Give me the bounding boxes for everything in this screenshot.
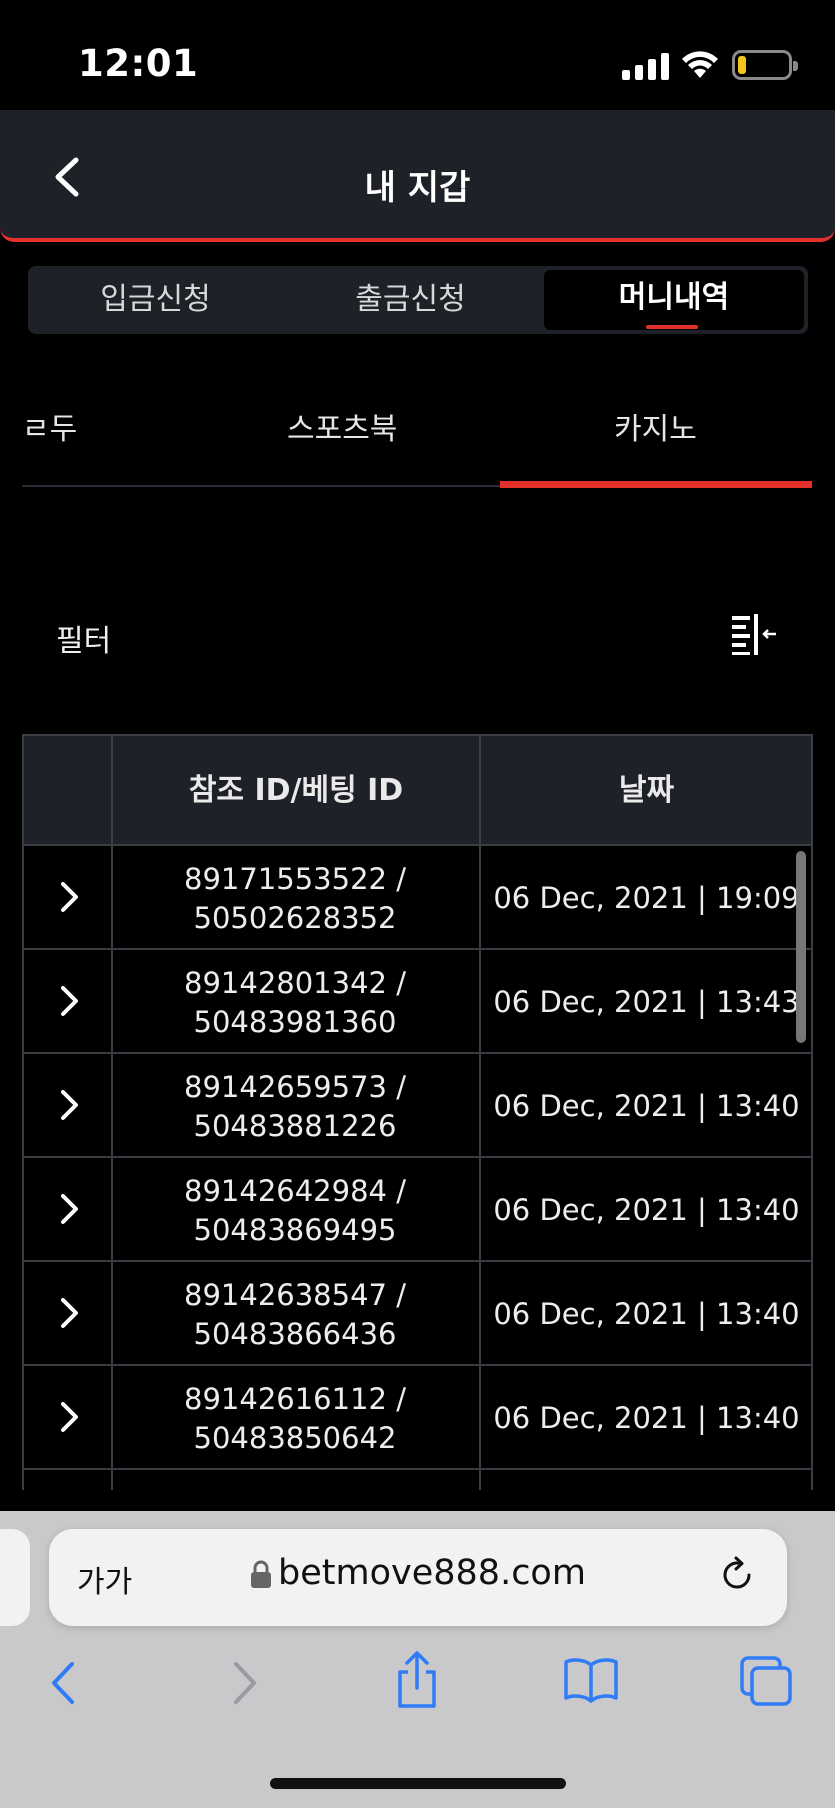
transactions-table: 참조 ID/베팅 ID 날짜 89171553522 /50502628352 … <box>22 734 813 1490</box>
table-row[interactable]: 89142638547 /50483866436 06 Dec, 2021 | … <box>24 1262 811 1366</box>
ref-bet-id: 89142642984 /50483869495 <box>184 1174 406 1247</box>
status-time: 12:01 <box>78 42 199 85</box>
ref-bet-id: 89142659573 /50483881226 <box>184 1070 406 1143</box>
table-header: 참조 ID/베팅 ID 날짜 <box>24 734 811 846</box>
tabs-icon[interactable] <box>738 1654 794 1708</box>
ref-bet-id: 89142638547 /50483866436 <box>184 1278 406 1351</box>
status-bar: 12:01 <box>0 0 835 110</box>
table-scrollbar[interactable] <box>796 851 806 1043</box>
column-header-ref-id: 참조 ID/베팅 ID <box>188 773 404 808</box>
filter-columns-icon[interactable] <box>730 612 780 656</box>
table-row[interactable]: 89171553522 /50502628352 06 Dec, 2021 | … <box>24 846 811 950</box>
home-indicator <box>270 1778 566 1789</box>
ref-bet-id: 89142616112 /50483850642 <box>184 1382 406 1455</box>
row-date: 06 Dec, 2021 | 13:40 <box>493 1193 800 1227</box>
table-row-partial[interactable] <box>24 1470 811 1490</box>
tab-deposit-request[interactable]: 입금신청 <box>28 266 283 334</box>
chevron-right-icon[interactable] <box>54 1192 84 1226</box>
cellular-signal-icon <box>622 52 669 80</box>
wifi-icon <box>682 51 718 78</box>
chevron-right-icon[interactable] <box>54 984 84 1018</box>
ref-bet-id: 89171553522 /50502628352 <box>184 862 406 935</box>
filter-label[interactable]: 필터 <box>56 616 111 660</box>
chevron-right-icon[interactable] <box>54 1400 84 1434</box>
lock-icon <box>251 1560 272 1588</box>
reload-icon[interactable] <box>715 1553 759 1597</box>
chevron-right-icon[interactable] <box>54 1088 84 1122</box>
chevron-right-icon[interactable] <box>54 880 84 914</box>
column-header-expand <box>24 736 112 846</box>
wallet-tabs: 입금신청 출금신청 머니내역 <box>28 266 808 334</box>
subtab-casino[interactable]: 카지노 <box>614 404 697 448</box>
share-icon[interactable] <box>392 1650 442 1710</box>
bookmarks-icon[interactable] <box>562 1656 620 1704</box>
address-bar[interactable]: 가가 betmove888.com <box>49 1529 787 1626</box>
table-row[interactable]: 89142642984 /50483869495 06 Dec, 2021 | … <box>24 1158 811 1262</box>
row-date: 06 Dec, 2021 | 13:40 <box>493 1401 800 1435</box>
battery-icon <box>732 50 798 80</box>
active-tab-indicator <box>646 325 698 329</box>
row-date: 06 Dec, 2021 | 19:09 <box>493 881 800 915</box>
page-title: 내 지갑 <box>364 168 471 208</box>
tab-withdraw-request[interactable]: 출금신청 <box>283 266 538 334</box>
row-date: 06 Dec, 2021 | 13:40 <box>493 1089 800 1123</box>
subtab-active-indicator <box>500 481 812 488</box>
column-header-date: 날짜 <box>618 773 675 808</box>
row-date: 06 Dec, 2021 | 13:43 <box>493 985 800 1019</box>
table-row[interactable]: 89142659573 /50483881226 06 Dec, 2021 | … <box>24 1054 811 1158</box>
table-row[interactable]: 89142801342 /50483981360 06 Dec, 2021 | … <box>24 950 811 1054</box>
row-date: 06 Dec, 2021 | 13:40 <box>493 1297 800 1331</box>
subtab-all[interactable]: ㄹ두 <box>22 404 77 448</box>
subtab-sportsbook[interactable]: 스포츠북 <box>287 404 397 448</box>
table-row[interactable]: 89142616112 /50483850642 06 Dec, 2021 | … <box>24 1366 811 1470</box>
browser-forward-icon[interactable] <box>224 1658 264 1708</box>
browser-back-icon[interactable] <box>44 1658 84 1708</box>
tab-money-history[interactable]: 머니내역 <box>544 270 804 330</box>
app-header: 내 지갑 <box>0 110 835 242</box>
ref-bet-id: 89142801342 /50483981360 <box>184 966 406 1039</box>
url-text[interactable]: betmove888.com <box>49 1553 787 1593</box>
chevron-right-icon[interactable] <box>54 1296 84 1330</box>
previous-tab-peek[interactable] <box>0 1529 30 1626</box>
